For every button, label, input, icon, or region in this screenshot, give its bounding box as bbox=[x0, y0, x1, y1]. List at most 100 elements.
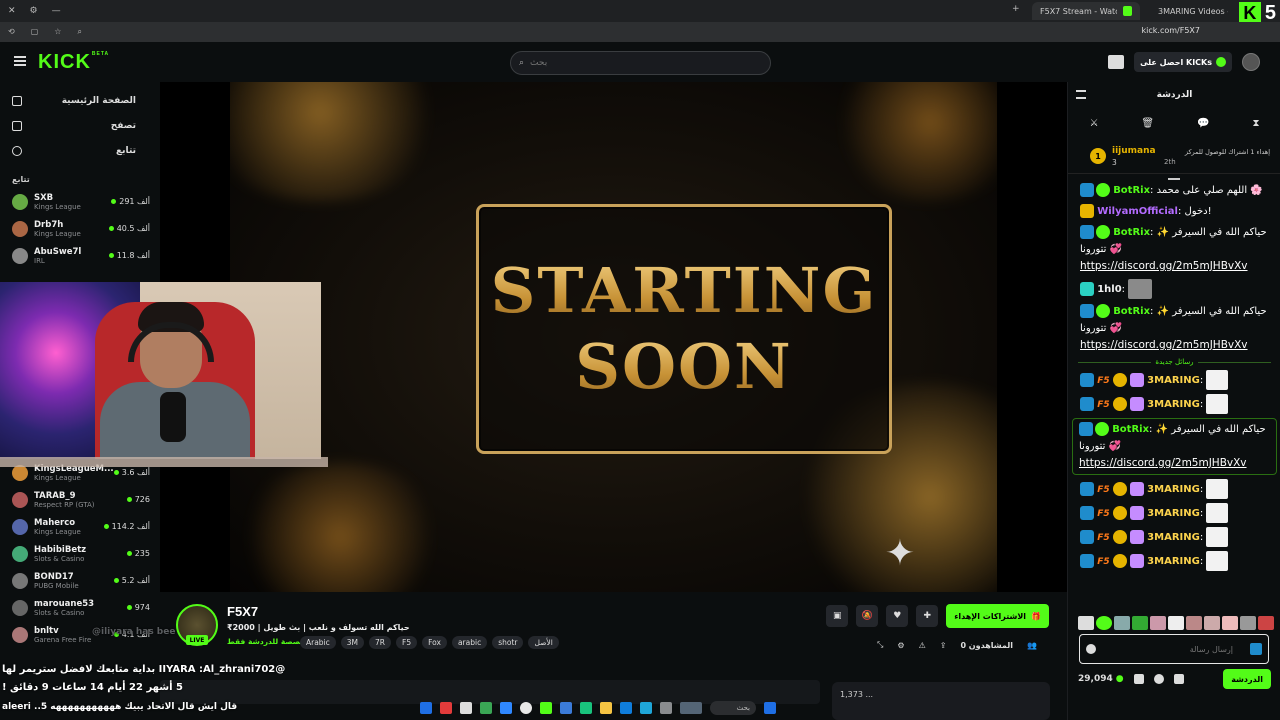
sidebar-channel[interactable]: TARAB_9 Respect RP (GTA) 726 bbox=[0, 486, 160, 513]
emote-icon[interactable] bbox=[1096, 616, 1112, 630]
kick-app-icon[interactable] bbox=[540, 702, 552, 714]
pinned-gift[interactable]: 1 iijumana 3 إهداء 1 اشتراك للوصول للمرك… bbox=[1068, 140, 1280, 174]
chat-link[interactable]: https://discord.gg/2m5mJHBvXv bbox=[1080, 260, 1248, 272]
tag-chip[interactable]: arabic bbox=[451, 636, 488, 649]
box-icon[interactable]: ▢ bbox=[31, 27, 39, 37]
emoji-icon[interactable] bbox=[1086, 644, 1096, 654]
start-icon[interactable] bbox=[764, 702, 776, 714]
settings-icon[interactable] bbox=[1173, 674, 1184, 684]
chat-username[interactable]: BotRix bbox=[1113, 185, 1150, 196]
clip-button[interactable]: ▣ bbox=[826, 605, 849, 627]
chat-username[interactable]: BotRix bbox=[1112, 424, 1149, 435]
chat-username[interactable]: 3MARING bbox=[1147, 399, 1200, 410]
sidebar-item-browse[interactable]: تصفح bbox=[0, 113, 160, 138]
chat-send-button[interactable]: الدردشة bbox=[1223, 669, 1271, 689]
chat-username[interactable]: 1hl0 bbox=[1097, 284, 1121, 295]
xbox-icon[interactable] bbox=[480, 702, 492, 714]
streamer-name[interactable]: F5X7 bbox=[227, 604, 258, 619]
gift-subs-button[interactable]: الاشتراكات الإهداء 🎁 bbox=[946, 604, 1049, 628]
sidebar-channel[interactable]: HabibiBetz Slots & Casino 235 bbox=[0, 540, 160, 567]
tag-chip[interactable]: Fox bbox=[422, 636, 447, 649]
share-icon[interactable]: ⇪ bbox=[940, 641, 947, 650]
emote-icon[interactable] bbox=[1078, 616, 1094, 630]
chat-bubble-icon[interactable]: 💬 bbox=[1197, 118, 1209, 129]
emote-icon[interactable] bbox=[1114, 616, 1130, 630]
sidebar-channel[interactable]: Drb7h Kings League 40.5 ألف bbox=[0, 215, 160, 242]
follow-heart-button[interactable]: ♥ bbox=[886, 605, 909, 627]
edge-icon[interactable] bbox=[640, 702, 652, 714]
stream-category[interactable]: مخصصة للدردشة فقط bbox=[227, 637, 310, 646]
sword-icon[interactable]: ⚔ bbox=[1089, 118, 1098, 129]
collapse-chat-icon[interactable] bbox=[1076, 90, 1086, 99]
emote-icon[interactable] bbox=[1240, 616, 1256, 630]
chat-username[interactable]: 3MARING bbox=[1147, 532, 1200, 543]
chat-input-box[interactable] bbox=[1079, 634, 1269, 664]
chat-username[interactable]: BotRix bbox=[1113, 227, 1150, 238]
chat-username[interactable]: BotRix bbox=[1113, 306, 1150, 317]
gift-icon[interactable] bbox=[1133, 674, 1144, 684]
mute-notifications-button[interactable]: 🔕 bbox=[856, 605, 879, 627]
chat-username[interactable]: 3MARING bbox=[1147, 556, 1200, 567]
kick-logo[interactable]: KICKBETA bbox=[38, 51, 109, 74]
channel-points[interactable]: 29,094 ● bbox=[1078, 674, 1124, 684]
emote-icon[interactable] bbox=[1186, 616, 1202, 630]
tab-f5x7[interactable]: F5X7 Stream - Watch Live on K bbox=[1032, 2, 1140, 20]
app-icon[interactable] bbox=[500, 702, 512, 714]
tab-3maring[interactable]: 3MARING Videos - Watch On bbox=[1150, 2, 1236, 20]
favorite-icon[interactable]: ☆ bbox=[54, 27, 61, 37]
tag-chip[interactable]: F5 bbox=[396, 636, 418, 649]
emote-icon[interactable] bbox=[1204, 616, 1220, 630]
app-icon[interactable] bbox=[560, 702, 572, 714]
boost-button[interactable]: ✚ bbox=[916, 605, 939, 627]
alert-icon[interactable]: ⚠ bbox=[919, 641, 926, 650]
new-tab-button[interactable]: + bbox=[1012, 4, 1020, 14]
taskbar-search[interactable]: بحث bbox=[710, 701, 756, 715]
hourglass-icon[interactable]: ⧗ bbox=[1252, 118, 1259, 129]
chrome-icon[interactable] bbox=[520, 702, 532, 714]
windows-icon[interactable] bbox=[420, 702, 432, 714]
url-field[interactable]: kick.com/F5X7 bbox=[1142, 26, 1200, 35]
settings-icon[interactable]: ⚙ bbox=[30, 6, 38, 16]
app-icon[interactable] bbox=[680, 702, 702, 714]
close-icon[interactable]: ✕ bbox=[8, 6, 16, 16]
chat-username[interactable]: 3MARING bbox=[1147, 484, 1200, 495]
emote-icon[interactable] bbox=[1222, 616, 1238, 630]
expand-icon[interactable]: ⤡ bbox=[877, 640, 883, 650]
search-input[interactable] bbox=[530, 58, 731, 68]
store-icon[interactable] bbox=[1108, 55, 1125, 69]
sidebar-item-home[interactable]: الصفحة الرئيسية bbox=[0, 88, 160, 113]
user-avatar[interactable] bbox=[1242, 53, 1260, 71]
tag-chip[interactable]: 3M bbox=[340, 636, 365, 649]
tag-chip[interactable]: Arabic bbox=[300, 636, 336, 649]
chat-link[interactable]: https://discord.gg/2m5mJHBvXv bbox=[1080, 339, 1248, 351]
trash-icon[interactable]: 🗑 bbox=[1141, 118, 1154, 129]
sidebar-channel[interactable]: marouane53 Slots & Casino 974 bbox=[0, 594, 160, 621]
settings-icon[interactable]: ⚙ bbox=[897, 641, 904, 650]
chat-username[interactable]: 3MARING bbox=[1147, 508, 1200, 519]
tag-chip[interactable]: shotr bbox=[492, 636, 524, 649]
chat-icon[interactable] bbox=[1153, 674, 1164, 684]
sidebar-channel[interactable]: BOND17 PUBG Mobile 5.2 ألف bbox=[0, 567, 160, 594]
tag-chip[interactable]: الأصل bbox=[528, 636, 559, 649]
sidebar-channel[interactable]: SXB Kings League 291 ألف bbox=[0, 188, 160, 215]
chat-input[interactable] bbox=[1113, 644, 1233, 654]
tag-chip[interactable]: 7R bbox=[369, 636, 392, 649]
sidebar-channel[interactable]: Maherco Kings League 114.2 ألف bbox=[0, 513, 160, 540]
menu-icon[interactable] bbox=[14, 56, 26, 66]
extensions-icon[interactable]: ⟲ bbox=[8, 27, 15, 37]
get-kicks-button[interactable]: احصل على KICKs bbox=[1134, 52, 1232, 72]
search-bar[interactable]: ⌕ bbox=[510, 51, 771, 75]
emote-icon[interactable] bbox=[1150, 616, 1166, 630]
app-icon[interactable] bbox=[580, 702, 592, 714]
folder-icon[interactable] bbox=[600, 702, 612, 714]
search-icon[interactable]: ⌕ bbox=[77, 27, 81, 37]
chat-username[interactable]: WilyamOfficial bbox=[1097, 206, 1178, 217]
emote-icon[interactable] bbox=[1168, 616, 1184, 630]
chat-link[interactable]: https://discord.gg/2m5mJHBvXv bbox=[1079, 457, 1247, 469]
sidebar-item-following[interactable]: تتابع bbox=[0, 138, 160, 163]
app-icon[interactable] bbox=[460, 702, 472, 714]
chat-username[interactable]: 3MARING bbox=[1147, 375, 1200, 386]
sidebar-channel[interactable]: AbuSwe7l IRL 11.8 ألف bbox=[0, 242, 160, 269]
app-icon[interactable] bbox=[620, 702, 632, 714]
emote-icon[interactable] bbox=[1132, 616, 1148, 630]
